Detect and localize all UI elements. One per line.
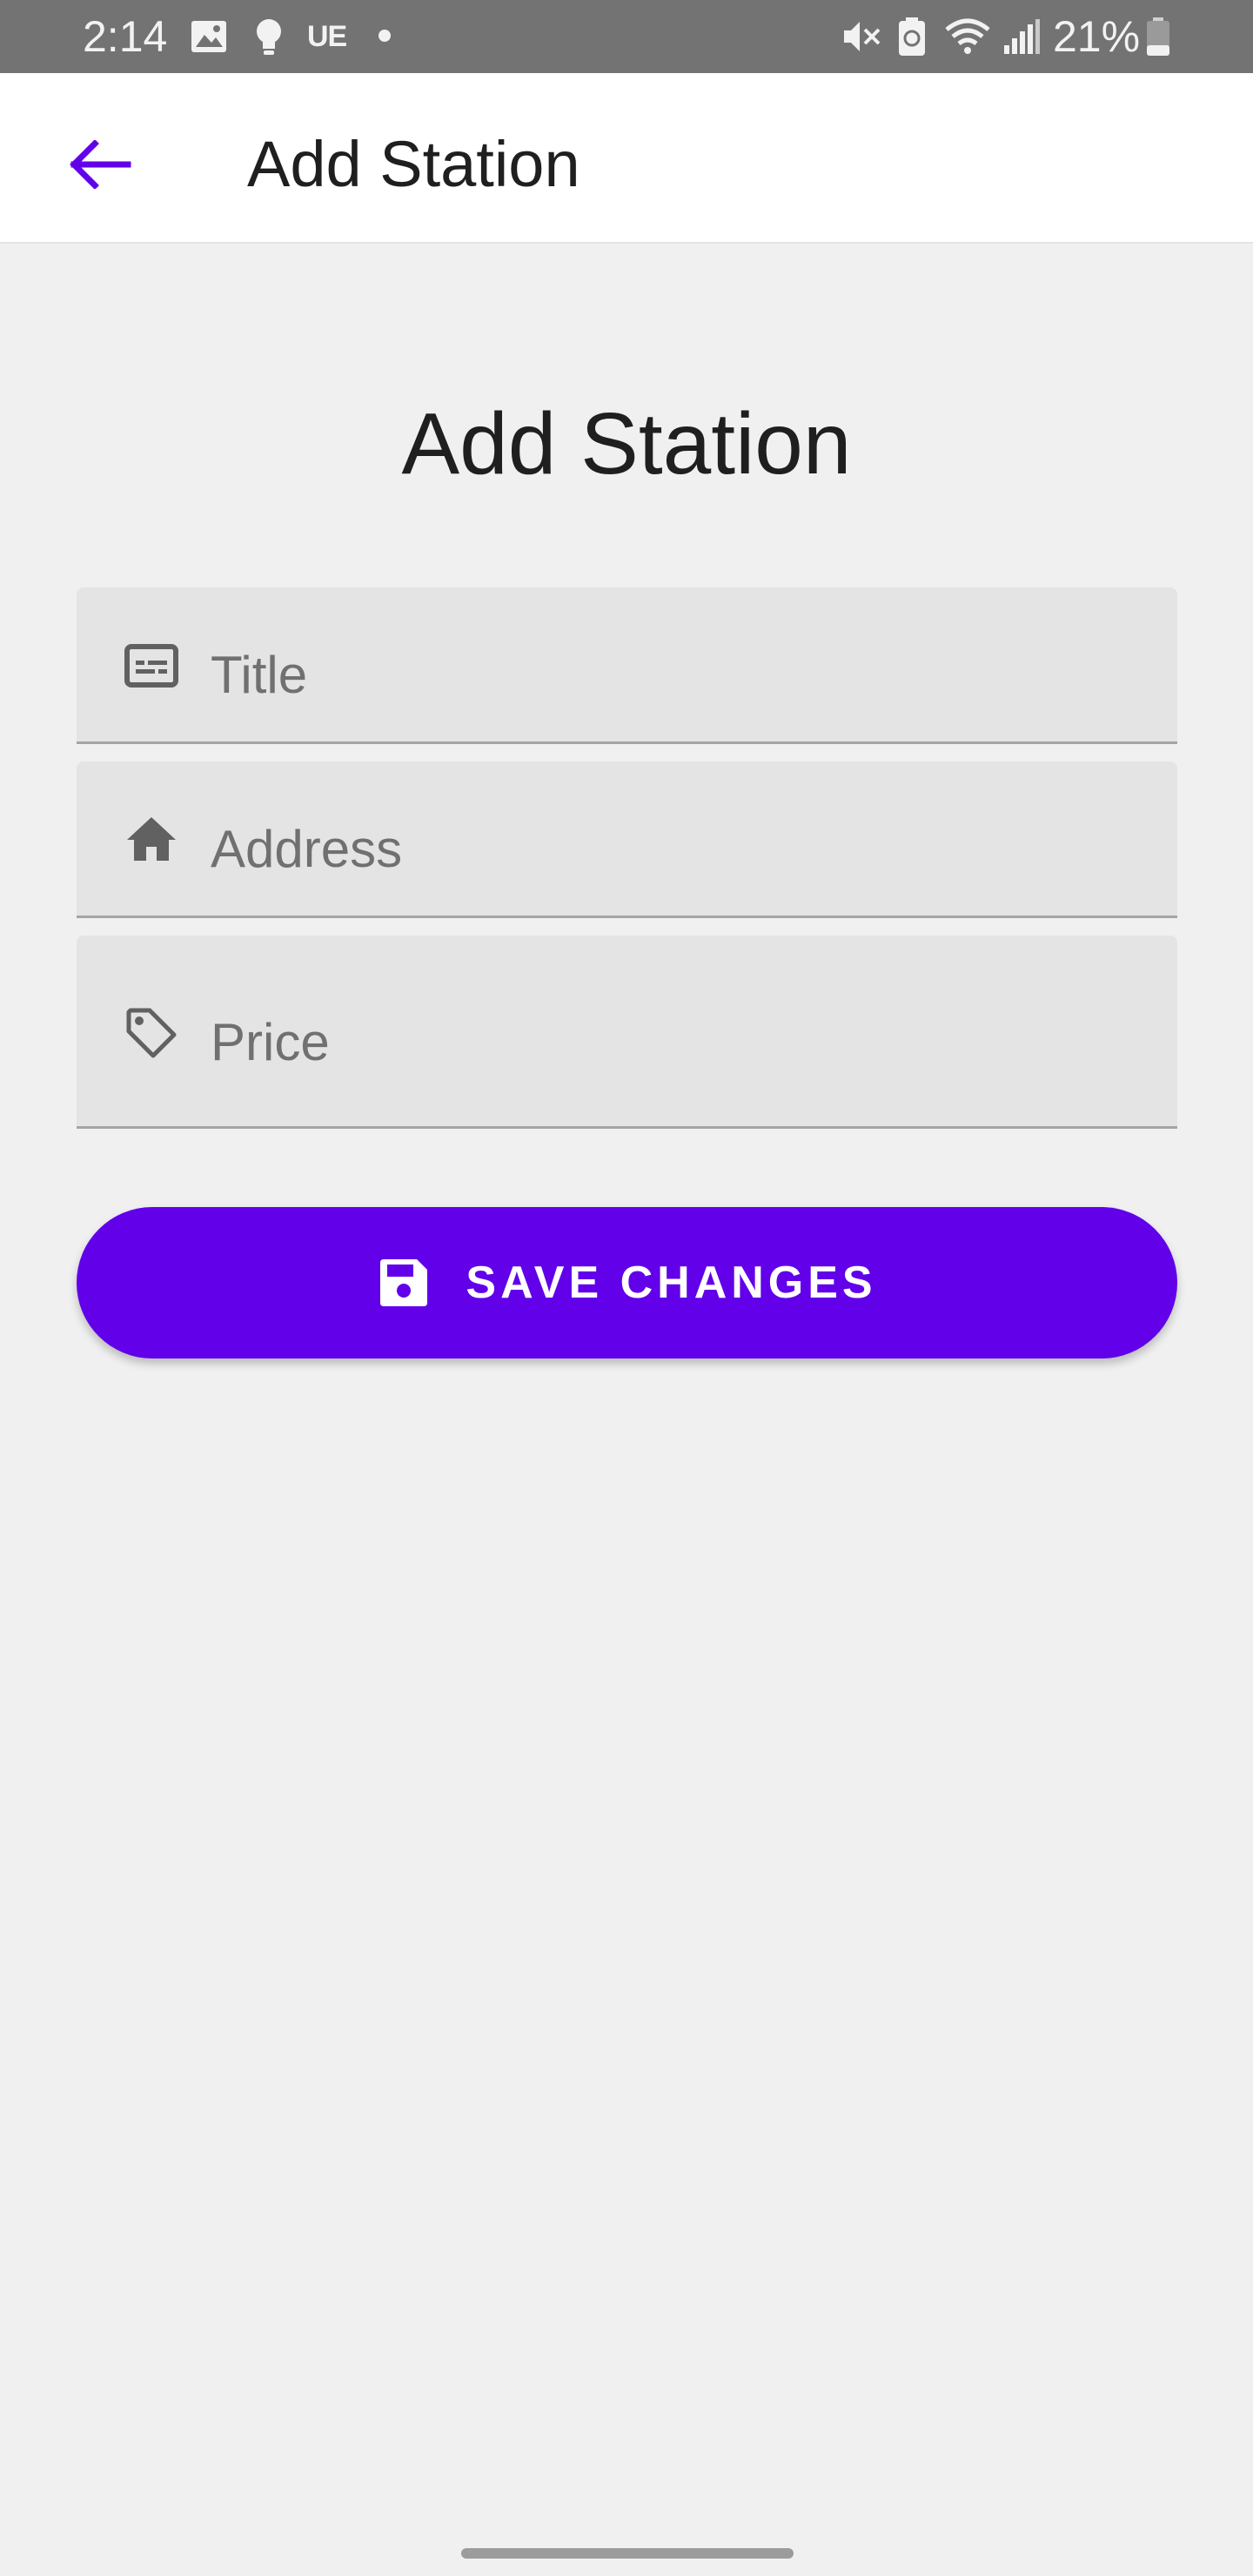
mute-icon (844, 22, 881, 51)
home-icon (127, 817, 176, 861)
battery-saver-icon (899, 17, 925, 56)
subtitles-icon (124, 644, 178, 688)
image-icon (191, 21, 226, 52)
home-indicator[interactable] (461, 2548, 794, 2559)
back-button[interactable] (52, 117, 148, 212)
wifi-icon (945, 18, 990, 54)
app-bar-title: Add Station (247, 128, 580, 200)
tag-icon (126, 1008, 177, 1058)
arrow-left-icon (70, 140, 131, 189)
app-bar: Add Station (0, 73, 1253, 244)
page-title: Add Station (401, 395, 852, 493)
status-bar: 2:14 UE 21% (0, 0, 1253, 73)
status-carrier: UE (307, 20, 347, 53)
save-button-label: SAVE CHANGES (466, 1258, 877, 1308)
title-field[interactable] (77, 587, 1177, 744)
status-battery-percent: 21% (1053, 12, 1141, 61)
address-input[interactable] (211, 814, 1124, 883)
status-time: 2:14 (83, 12, 168, 61)
signal-icon (1004, 19, 1040, 54)
address-field[interactable] (77, 761, 1177, 918)
dot-icon (379, 30, 391, 42)
save-icon (380, 1259, 428, 1306)
price-field[interactable] (77, 936, 1177, 1129)
bulb-icon (257, 19, 281, 55)
title-input[interactable] (211, 640, 1124, 709)
price-input[interactable] (211, 1007, 1124, 1077)
battery-icon (1147, 17, 1169, 56)
save-changes-button[interactable]: SAVE CHANGES (77, 1207, 1177, 1358)
